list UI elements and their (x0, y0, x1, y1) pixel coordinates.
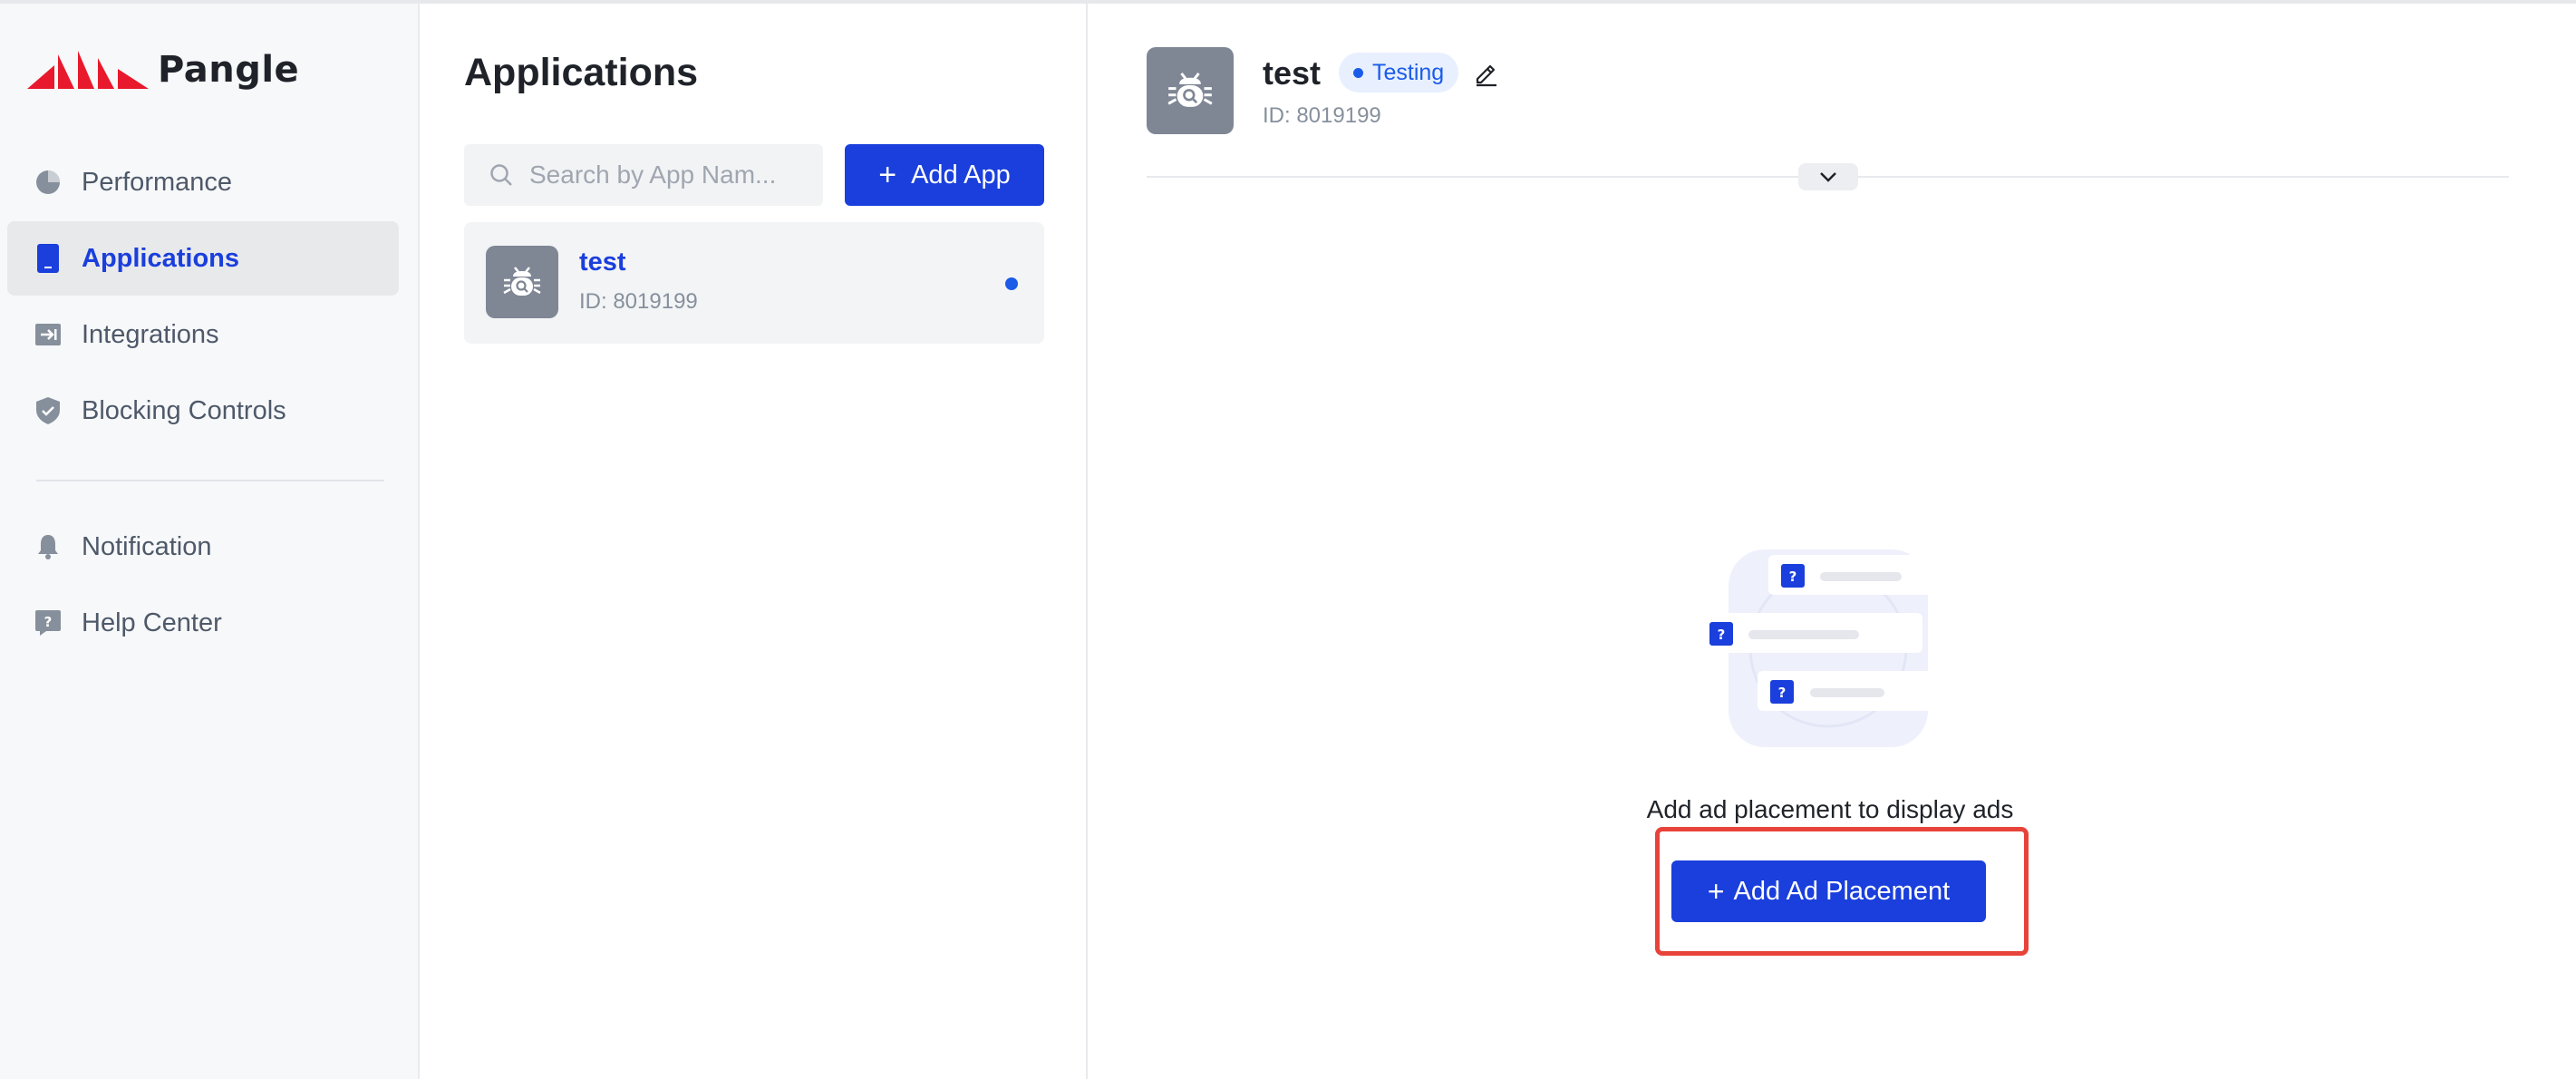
sidebar-item-label: Notification (82, 531, 212, 561)
chevron-down-icon (1820, 172, 1836, 182)
search-icon (490, 164, 512, 186)
pangle-logo-icon (27, 51, 149, 89)
sidebar-item-applications[interactable]: Applications (7, 221, 399, 296)
applications-panel: Applications + Add App test ID: 8019199 (421, 4, 1088, 1079)
search-input[interactable] (529, 160, 819, 190)
status-dot (1353, 67, 1363, 78)
app-detail-panel: test Testing ID: 8019199 ? ? ? Add ad pl… (1089, 4, 2576, 1079)
help-icon: ? (33, 608, 63, 638)
app-title: test (1263, 54, 1322, 92)
brand-logo[interactable]: Pangle (27, 49, 299, 91)
sidebar-item-label: Help Center (82, 608, 222, 637)
search-box[interactable] (464, 144, 823, 206)
status-badge: Testing (1339, 53, 1459, 92)
bug-icon (1167, 72, 1213, 107)
page-title: Applications (464, 51, 699, 94)
import-icon (33, 319, 63, 350)
app-name: test (579, 248, 626, 277)
sidebar-item-blocking-controls[interactable]: Blocking Controls (7, 374, 399, 448)
empty-state-illustration: ? ? ? (1696, 549, 1950, 747)
svg-text:?: ? (1789, 569, 1797, 585)
sidebar-item-help-center[interactable]: ? Help Center (7, 586, 399, 660)
sidebar-item-notification[interactable]: Notification (7, 510, 399, 584)
status-dot (1005, 277, 1018, 290)
phone-icon (33, 243, 63, 274)
app-id: ID: 8019199 (1263, 103, 1381, 128)
app-id: ID: 8019199 (579, 289, 698, 314)
sidebar-item-integrations[interactable]: Integrations (7, 297, 399, 372)
empty-state-message: Add ad placement to display ads (1646, 795, 2014, 823)
plus-icon: + (1707, 874, 1725, 908)
svg-text:?: ? (1778, 685, 1787, 701)
add-app-label: Add App (911, 160, 1011, 190)
sidebar-item-label: Blocking Controls (82, 395, 286, 425)
bug-icon (503, 267, 541, 296)
shield-icon (33, 395, 63, 426)
collapse-toggle[interactable] (1798, 163, 1858, 190)
svg-text:?: ? (1718, 627, 1726, 643)
status-text: Testing (1372, 59, 1445, 85)
app-avatar (486, 246, 558, 318)
add-ad-placement-label: Add Ad Placement (1733, 876, 1951, 906)
bell-icon (33, 531, 63, 562)
svg-text:?: ? (44, 614, 53, 630)
pie-chart-icon (33, 167, 63, 198)
sidebar-item-label: Performance (82, 167, 233, 197)
sidebar-item-performance[interactable]: Performance (7, 145, 399, 219)
sidebar-item-label: Integrations (82, 319, 219, 349)
plus-icon: + (878, 157, 897, 192)
sidebar: Pangle Performance Applications Integrat… (0, 4, 420, 1079)
brand-name: Pangle (158, 49, 300, 91)
sidebar-divider (36, 480, 384, 481)
add-app-button[interactable]: + Add App (845, 144, 1044, 206)
sidebar-item-label: Applications (82, 243, 240, 273)
app-avatar (1147, 47, 1234, 134)
edit-icon[interactable] (1473, 60, 1500, 87)
add-ad-placement-button[interactable]: + Add Ad Placement (1671, 860, 1986, 922)
app-list-item[interactable]: test ID: 8019199 (464, 222, 1044, 344)
